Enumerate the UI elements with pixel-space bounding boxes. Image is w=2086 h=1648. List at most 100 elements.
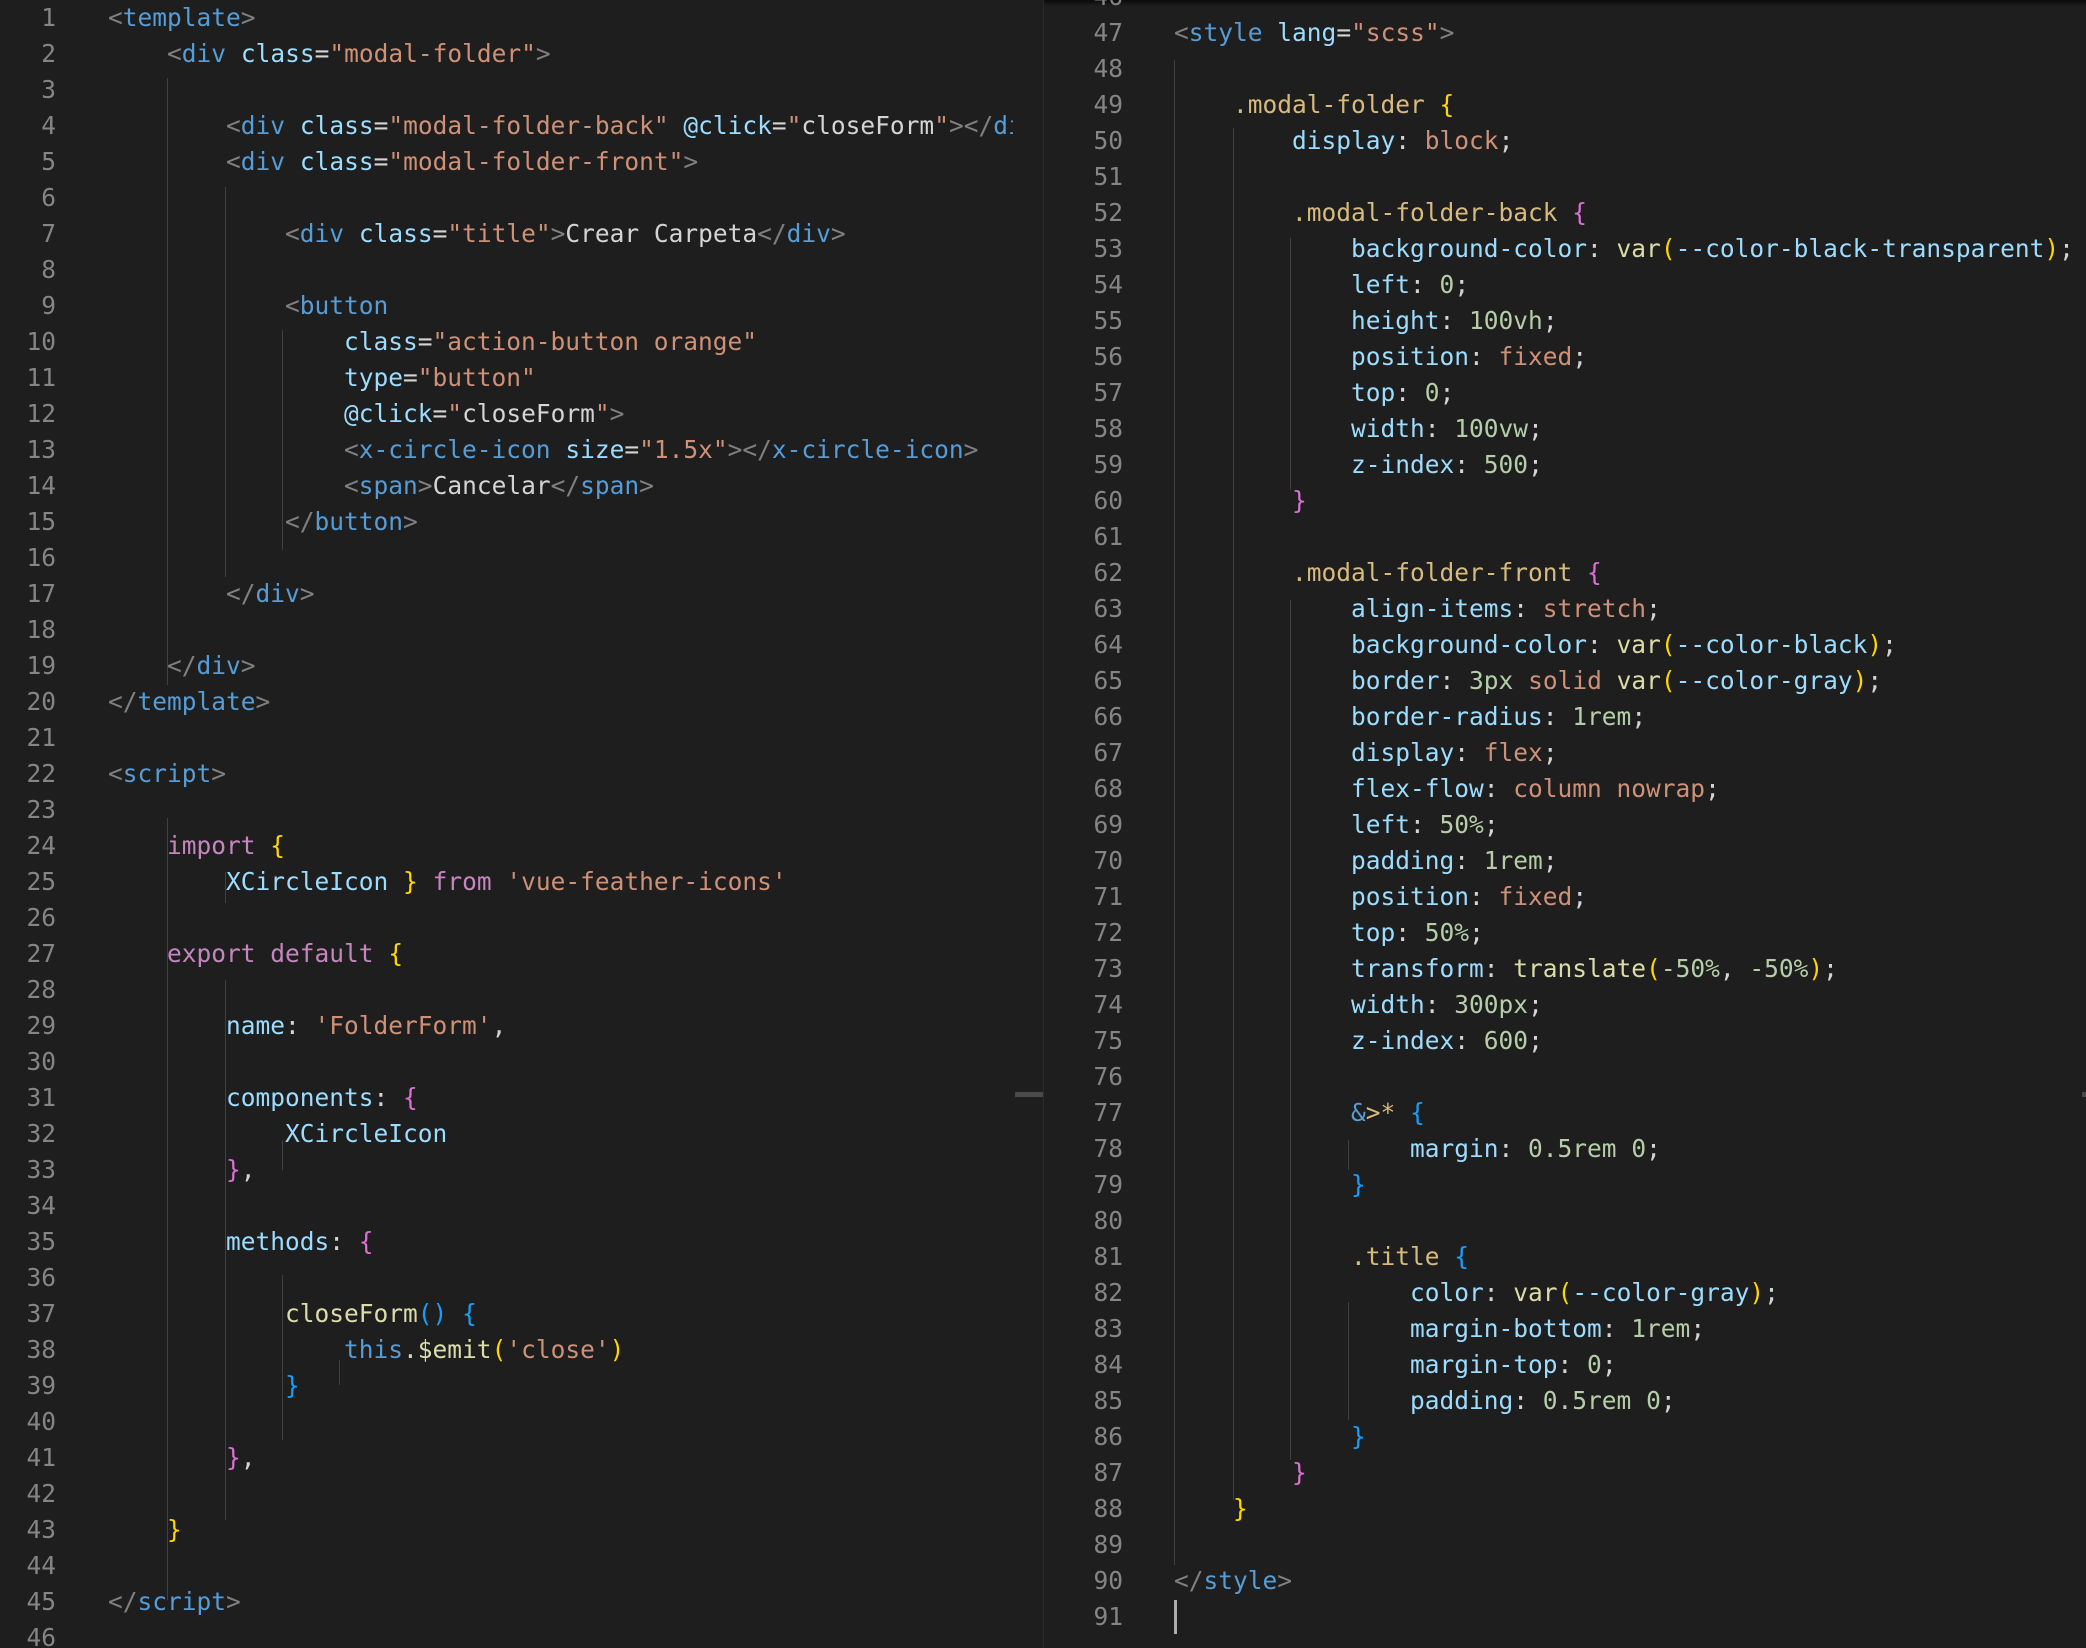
code-line[interactable]: 23 xyxy=(0,792,1013,828)
code-line[interactable]: 76 xyxy=(1044,1059,2086,1095)
code-line[interactable]: 55 height: 100vh; xyxy=(1044,303,2086,339)
editor-pane-right[interactable]: 4647<style lang="scss">4849 .modal-folde… xyxy=(1044,0,2086,1648)
code-line[interactable]: 68 flex-flow: column nowrap; xyxy=(1044,771,2086,807)
code-line[interactable]: 16 xyxy=(0,540,1013,576)
code-line[interactable]: 61 xyxy=(1044,519,2086,555)
code-line[interactable]: 83 margin-bottom: 1rem; xyxy=(1044,1311,2086,1347)
code-line[interactable]: 75 z-index: 600; xyxy=(1044,1023,2086,1059)
code-line[interactable]: 43 } xyxy=(0,1512,1013,1548)
code-line[interactable]: 65 border: 3px solid var(--color-gray); xyxy=(1044,663,2086,699)
code-line[interactable]: 44 xyxy=(0,1548,1013,1584)
code-line[interactable]: 13 <x-circle-icon size="1.5x"></x-circle… xyxy=(0,432,1013,468)
code-line[interactable]: 66 border-radius: 1rem; xyxy=(1044,699,2086,735)
code-line[interactable]: 15 </button> xyxy=(0,504,1013,540)
code-line[interactable]: 21 xyxy=(0,720,1013,756)
code-line[interactable]: 91 xyxy=(1044,1599,2086,1635)
code-line[interactable]: 52 .modal-folder-back { xyxy=(1044,195,2086,231)
code-line[interactable]: 41 }, xyxy=(0,1440,1013,1476)
code-line[interactable]: 46 xyxy=(0,1620,1013,1648)
code-line[interactable]: 20 </template> xyxy=(0,684,1013,720)
code-line[interactable]: 60 } xyxy=(1044,483,2086,519)
code-line[interactable]: 42 xyxy=(0,1476,1013,1512)
code-line[interactable]: 70 padding: 1rem; xyxy=(1044,843,2086,879)
code-line[interactable]: 33 }, xyxy=(0,1152,1013,1188)
code-line[interactable]: 85 padding: 0.5rem 0; xyxy=(1044,1383,2086,1419)
code-line[interactable]: 67 display: flex; xyxy=(1044,735,2086,771)
code-line[interactable]: 38 this.$emit('close') xyxy=(0,1332,1013,1368)
code-line[interactable]: 32 XCircleIcon xyxy=(0,1116,1013,1152)
code-line[interactable]: 77 &>* { xyxy=(1044,1095,2086,1131)
scrollbar-marker[interactable] xyxy=(2082,1092,2086,1097)
code-line[interactable]: 50 display: block; xyxy=(1044,123,2086,159)
code-line[interactable]: 22 <script> xyxy=(0,756,1013,792)
code-line[interactable]: 5 <div class="modal-folder-front"> xyxy=(0,144,1013,180)
code-line[interactable]: 19 </div> xyxy=(0,648,1013,684)
code-line[interactable]: 8 xyxy=(0,252,1013,288)
code-line[interactable]: 54 left: 0; xyxy=(1044,267,2086,303)
code-line[interactable]: 1 <template> xyxy=(0,0,1013,36)
code-line[interactable]: 14 <span>Cancelar</span> xyxy=(0,468,1013,504)
code-line[interactable]: 88 } xyxy=(1044,1491,2086,1527)
code-line[interactable]: 17 </div> xyxy=(0,576,1013,612)
code-line[interactable]: 10 class="action-button orange" xyxy=(0,324,1013,360)
code-line[interactable]: 40 xyxy=(0,1404,1013,1440)
code-line[interactable]: 4 <div class="modal-folder-back" @click=… xyxy=(0,108,1013,144)
code-line[interactable]: 26 xyxy=(0,900,1013,936)
code-line[interactable]: 74 width: 300px; xyxy=(1044,987,2086,1023)
code-line[interactable]: 59 z-index: 500; xyxy=(1044,447,2086,483)
code-line[interactable]: 36 xyxy=(0,1260,1013,1296)
code-line[interactable]: 69 left: 50%; xyxy=(1044,807,2086,843)
code-line[interactable]: 2 <div class="modal-folder"> xyxy=(0,36,1013,72)
code-line[interactable]: 24 import { xyxy=(0,828,1013,864)
code-line[interactable]: 7 <div class="title">Crear Carpeta</div> xyxy=(0,216,1013,252)
code-line[interactable]: 35 methods: { xyxy=(0,1224,1013,1260)
code-line[interactable]: 29 name: 'FolderForm', xyxy=(0,1008,1013,1044)
code-line[interactable]: 46 xyxy=(1044,0,2086,15)
code-line[interactable]: 3 xyxy=(0,72,1013,108)
code-line[interactable]: 12 @click="closeForm"> xyxy=(0,396,1013,432)
code-line[interactable]: 90 </style> xyxy=(1044,1563,2086,1599)
code-line[interactable]: 51 xyxy=(1044,159,2086,195)
editor-pane-left[interactable]: 1 <template> 2 <div class="modal-folder"> 3… xyxy=(0,0,1013,1648)
code-line[interactable]: 87 } xyxy=(1044,1455,2086,1491)
code-line[interactable]: 82 color: var(--color-gray); xyxy=(1044,1275,2086,1311)
code-line[interactable]: 71 position: fixed; xyxy=(1044,879,2086,915)
code-line[interactable]: 9 <button xyxy=(0,288,1013,324)
code-line[interactable]: 49 .modal-folder { xyxy=(1044,87,2086,123)
code-line[interactable]: 79 } xyxy=(1044,1167,2086,1203)
code-line[interactable]: 56 position: fixed; xyxy=(1044,339,2086,375)
pane-divider[interactable] xyxy=(1013,0,1044,1648)
code-line[interactable]: 89 xyxy=(1044,1527,2086,1563)
code-line[interactable]: 58 width: 100vw; xyxy=(1044,411,2086,447)
code-line[interactable]: 27 export default { xyxy=(0,936,1013,972)
code-line[interactable]: 37 closeForm() { xyxy=(0,1296,1013,1332)
code-line[interactable]: 81 .title { xyxy=(1044,1239,2086,1275)
code-line[interactable]: 31 components: { xyxy=(0,1080,1013,1116)
code-line[interactable]: 63 align-items: stretch; xyxy=(1044,591,2086,627)
code-line[interactable]: 6 xyxy=(0,180,1013,216)
code-line[interactable]: 25 XCircleIcon } from 'vue-feather-icons… xyxy=(0,864,1013,900)
code-line[interactable]: 45 </script> xyxy=(0,1584,1013,1620)
code-line[interactable]: 11 type="button" xyxy=(0,360,1013,396)
code-line[interactable]: 73 transform: translate(-50%, -50%); xyxy=(1044,951,2086,987)
code-line[interactable]: 62 .modal-folder-front { xyxy=(1044,555,2086,591)
code-line[interactable]: 78 margin: 0.5rem 0; xyxy=(1044,1131,2086,1167)
code-line[interactable]: 53 background-color: var(--color-black-t… xyxy=(1044,231,2086,267)
code-line[interactable]: 47 <style lang="scss"> xyxy=(1044,15,2086,51)
code-line[interactable]: 34 xyxy=(0,1188,1013,1224)
code-line[interactable]: 18 xyxy=(0,612,1013,648)
code-text: } xyxy=(1174,1419,1366,1455)
code-token: margin-bottom xyxy=(1410,1314,1602,1343)
code-line[interactable]: 57 top: 0; xyxy=(1044,375,2086,411)
code-line[interactable]: 84 margin-top: 0; xyxy=(1044,1347,2086,1383)
code-line[interactable]: 39 } xyxy=(0,1368,1013,1404)
code-line[interactable]: 80 xyxy=(1044,1203,2086,1239)
code-line[interactable]: 64 background-color: var(--color-black); xyxy=(1044,627,2086,663)
code-line[interactable]: 86 } xyxy=(1044,1419,2086,1455)
code-line[interactable]: 48 xyxy=(1044,51,2086,87)
code-line[interactable]: 28 xyxy=(0,972,1013,1008)
code-token: > xyxy=(550,219,566,248)
scrollbar-marker[interactable] xyxy=(1015,1092,1043,1097)
code-line[interactable]: 72 top: 50%; xyxy=(1044,915,2086,951)
code-line[interactable]: 30 xyxy=(0,1044,1013,1080)
